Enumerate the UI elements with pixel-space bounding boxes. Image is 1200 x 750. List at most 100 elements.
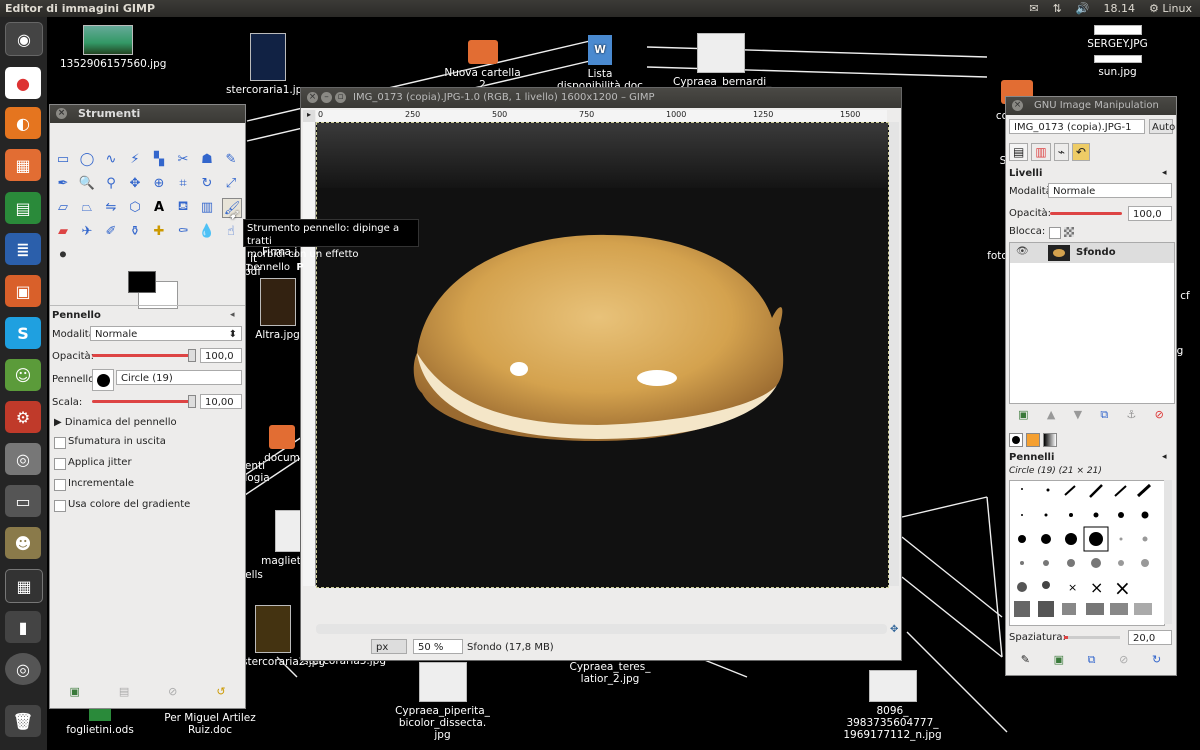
perspective-clone-icon[interactable]: ⚰ bbox=[174, 222, 192, 240]
paths-icon[interactable]: ✎ bbox=[222, 150, 240, 168]
skype-icon[interactable]: S bbox=[5, 317, 41, 349]
ink-icon[interactable]: ✐ bbox=[102, 222, 120, 240]
layer-opacity-spin[interactable]: 100,0 bbox=[1128, 206, 1172, 221]
new-brush-icon[interactable]: ▣ bbox=[1054, 653, 1064, 667]
layer-mode-select[interactable]: Normale bbox=[1048, 183, 1172, 198]
move-icon[interactable]: ✥ bbox=[126, 174, 144, 192]
settings-icon[interactable]: ⚙ bbox=[5, 401, 41, 433]
heal-icon[interactable]: ✚ bbox=[150, 222, 168, 240]
gradient-checkbox[interactable] bbox=[54, 500, 66, 512]
desktop-icon[interactable]: cf bbox=[1175, 290, 1195, 302]
unit-select[interactable]: px bbox=[371, 639, 407, 654]
blur-icon[interactable]: 💧 bbox=[198, 222, 216, 240]
desktop-icon[interactable]: ells bbox=[244, 569, 264, 581]
dock-titlebar[interactable]: × GNU Image Manipulation bbox=[1006, 97, 1176, 115]
close-icon[interactable]: × bbox=[307, 92, 318, 103]
eye-icon[interactable]: 👁 bbox=[1016, 246, 1029, 257]
lock-pixels-checkbox[interactable] bbox=[1049, 227, 1061, 239]
chrome-icon[interactable]: ● bbox=[5, 67, 41, 99]
lock-alpha-icon[interactable] bbox=[1064, 227, 1074, 237]
tab-patterns[interactable] bbox=[1026, 433, 1040, 447]
image-select[interactable]: IMG_0173 (copia).JPG-1 bbox=[1009, 119, 1145, 134]
scissors-icon[interactable]: ✂ bbox=[174, 150, 192, 168]
maximize-icon[interactable]: ▫ bbox=[335, 92, 346, 103]
bucket-fill-icon[interactable]: ⛾ bbox=[174, 198, 192, 216]
workspace-icon[interactable]: ▦ bbox=[5, 569, 43, 603]
scale-icon[interactable]: ⤢ bbox=[222, 174, 240, 192]
brush-name-field[interactable]: Circle (19) bbox=[116, 370, 242, 385]
desktop-icon[interactable]: W Lista disponibilità.doc bbox=[550, 35, 650, 92]
quick-mask-icon[interactable]: ▸ bbox=[303, 110, 315, 122]
desktop-icon[interactable]: Cypraea_piperita_ bicolor_dissecta. jpg bbox=[390, 662, 495, 741]
blend-icon[interactable]: ▥ bbox=[198, 198, 216, 216]
raise-layer-icon[interactable]: ▲ bbox=[1047, 408, 1055, 422]
layer-row[interactable]: 👁 Sfondo bbox=[1010, 243, 1174, 263]
close-icon[interactable]: × bbox=[1012, 100, 1023, 111]
tab-paths[interactable]: ⌁ bbox=[1053, 143, 1069, 161]
tab-gradients[interactable] bbox=[1043, 433, 1057, 447]
desktop-icon[interactable]: Altra.jpg bbox=[250, 278, 305, 341]
vertical-ruler[interactable] bbox=[303, 122, 316, 586]
scanner-icon[interactable]: ▭ bbox=[5, 485, 41, 517]
toolbox-titlebar[interactable]: × Strumenti bbox=[50, 105, 245, 123]
scale-spin[interactable]: 10,00 bbox=[200, 394, 242, 409]
firefox-icon[interactable]: ◐ bbox=[5, 107, 41, 139]
session-menu[interactable]: ⚙ Linux bbox=[1149, 2, 1192, 15]
delete-layer-icon[interactable]: ⊘ bbox=[1155, 408, 1164, 422]
foreground-color-swatch[interactable] bbox=[128, 271, 156, 293]
impress-icon[interactable]: ▣ bbox=[5, 275, 41, 307]
new-layer-icon[interactable]: ▣ bbox=[1018, 408, 1028, 422]
tab-channels[interactable]: ▥ bbox=[1031, 143, 1051, 161]
smudge-icon[interactable]: ☝ bbox=[222, 222, 240, 240]
color-picker-icon[interactable]: ✒ bbox=[54, 174, 72, 192]
dodge-burn-icon[interactable]: ⚫ bbox=[54, 246, 72, 264]
anchor-layer-icon[interactable]: ⚓ bbox=[1126, 408, 1136, 422]
files-icon[interactable]: ▦ bbox=[5, 149, 41, 181]
brushes-grid[interactable]: × × × bbox=[1009, 480, 1165, 626]
fade-checkbox[interactable] bbox=[54, 437, 66, 449]
clock[interactable]: 18.14 bbox=[1104, 2, 1136, 15]
clone-icon[interactable]: ⚱ bbox=[126, 222, 144, 240]
restore-options-icon[interactable]: ▤ bbox=[119, 685, 129, 705]
volume-icon[interactable]: 🔊 bbox=[1076, 2, 1090, 15]
desktop-icon[interactable]: sun.jpg bbox=[1080, 55, 1155, 78]
lower-layer-icon[interactable]: ▼ bbox=[1074, 408, 1082, 422]
zoom-icon[interactable]: 🔍 bbox=[78, 174, 96, 192]
image-titlebar[interactable]: × – ▫ IMG_0173 (copia).JPG-1.0 (RGB, 1 l… bbox=[301, 88, 901, 108]
network-icon[interactable]: ⇅ bbox=[1053, 2, 1062, 15]
desktop-icon[interactable]: Cypraea_bernardi_ bbox=[673, 33, 771, 88]
desktop-icon[interactable]: Nuova cartella 2 bbox=[440, 40, 525, 91]
writer-icon[interactable]: ≣ bbox=[5, 233, 41, 265]
jitter-checkbox[interactable] bbox=[54, 458, 66, 470]
measure-icon[interactable]: ⚲ bbox=[102, 174, 120, 192]
image-canvas[interactable] bbox=[316, 122, 889, 588]
mode-select[interactable]: Normale ⬍ bbox=[90, 326, 242, 341]
delete-brush-icon[interactable]: ⊘ bbox=[1119, 653, 1128, 667]
layer-opacity-slider[interactable] bbox=[1050, 212, 1122, 215]
desktop-icon[interactable]: foglietini.ods bbox=[60, 705, 140, 736]
brush-preview[interactable] bbox=[92, 369, 114, 391]
desktop-icon[interactable]: stercoraria1.jpg bbox=[225, 33, 310, 96]
desktop-icon[interactable]: 1352906157560.jpg bbox=[60, 25, 166, 70]
fuzzy-select-icon[interactable]: ⚡ bbox=[126, 150, 144, 168]
scale-slider[interactable] bbox=[92, 400, 192, 403]
spacing-slider[interactable] bbox=[1064, 636, 1120, 639]
cage-icon[interactable]: ⬡ bbox=[126, 198, 144, 216]
refresh-brushes-icon[interactable]: ↻ bbox=[1152, 653, 1161, 667]
desktop-icon[interactable]: logia bbox=[244, 472, 270, 484]
opacity-spin[interactable]: 100,0 bbox=[200, 348, 242, 363]
ellipse-select-icon[interactable]: ◯ bbox=[78, 150, 96, 168]
slider-handle[interactable] bbox=[188, 395, 196, 408]
flip-icon[interactable]: ⇋ bbox=[102, 198, 120, 216]
crop-icon[interactable]: ⌗ bbox=[174, 174, 192, 192]
panel-menu-icon[interactable]: ◂ bbox=[1162, 452, 1167, 462]
text-tool-icon[interactable]: A bbox=[150, 198, 168, 216]
cdrom-icon[interactable]: ◎ bbox=[5, 653, 41, 685]
duplicate-layer-icon[interactable]: ⧉ bbox=[1100, 408, 1108, 422]
panel-menu-icon[interactable]: ◂ bbox=[230, 310, 235, 320]
color-select-icon[interactable]: ▚ bbox=[150, 150, 168, 168]
incremental-checkbox[interactable] bbox=[54, 479, 66, 491]
contacts-icon[interactable]: ☺ bbox=[5, 359, 41, 391]
desktop-icon[interactable]: Cypraea_teres_ latior_2.jpg bbox=[560, 661, 660, 685]
opacity-slider[interactable] bbox=[92, 354, 192, 357]
